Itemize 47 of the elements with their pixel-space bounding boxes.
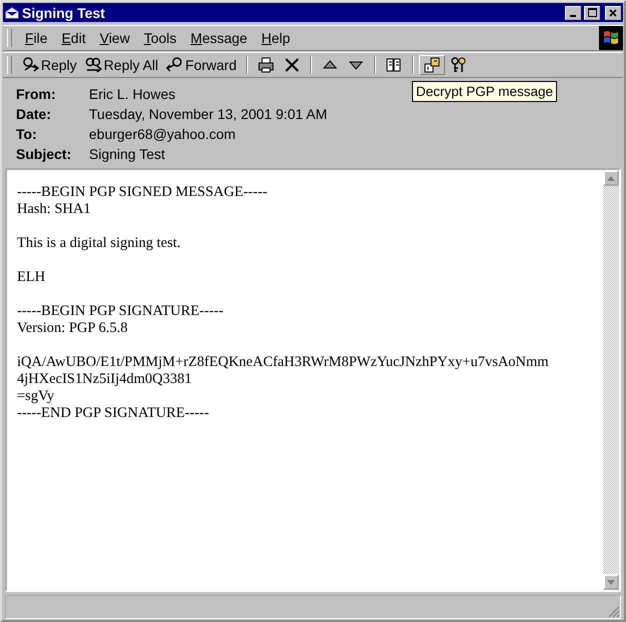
message-line: Hash: SHA1 <box>17 201 92 218</box>
field-label: Date: <box>16 106 52 122</box>
field-value: Signing Test <box>89 146 166 162</box>
message-line: Version: PGP 6.5.8 <box>17 320 129 337</box>
scroll-up-button[interactable] <box>603 170 619 186</box>
field-value: Tuesday, November 13, 2001 9:01 AM <box>89 106 328 122</box>
scroll-down-button[interactable] <box>603 574 619 590</box>
minimize-icon <box>570 14 576 16</box>
message-line: -----BEGIN PGP SIGNATURE----- <box>17 303 224 320</box>
scrollbar[interactable] <box>603 170 619 590</box>
close-icon <box>282 56 301 74</box>
decrypt-button[interactable] <box>418 55 445 75</box>
window-title: Signing Test <box>22 4 106 20</box>
message-line: -----BEGIN PGP SIGNED MESSAGE----- <box>17 184 268 201</box>
close-icon <box>609 8 617 16</box>
envelope-icon <box>5 6 19 18</box>
message-line: -----END PGP SIGNATURE----- <box>17 405 210 422</box>
field-value: Eric L. Howes <box>89 86 176 102</box>
message-line: ELH <box>17 269 46 286</box>
field-label: To: <box>16 126 38 142</box>
up-arrow-icon <box>607 176 615 180</box>
menu-item[interactable]: File <box>18 28 55 48</box>
printer-icon <box>256 56 275 74</box>
field-label: From: <box>16 86 57 102</box>
field-value: eburger68@yahoo.com <box>89 126 236 142</box>
maximize-button[interactable] <box>584 6 600 20</box>
forward-icon <box>166 56 184 74</box>
menu-item[interactable]: View <box>92 28 137 48</box>
minimize-button[interactable] <box>565 6 581 20</box>
field-label: Subject: <box>16 146 72 162</box>
menu-item[interactable]: Tools <box>136 28 184 48</box>
reply-icon <box>22 56 40 74</box>
resize-grip-icon[interactable] <box>608 606 620 618</box>
menu-item[interactable]: Message <box>184 28 254 48</box>
menu-item[interactable]: Help <box>254 28 298 48</box>
book-icon <box>384 56 403 74</box>
message-line: This is a digital signing test. <box>17 235 182 252</box>
message-line: 4jHXecIS1Nz5iIj4dm0Q3381 <box>17 371 193 388</box>
message-line: iQA/AwUBO/E1t/PMMjM+rZ8fEQKneACfaH3RWrM8PWzYucJNzhPYxy+u7vsAoNmm <box>17 354 550 371</box>
key-icon <box>448 56 467 74</box>
message-line: =sgVy <box>17 388 56 405</box>
close-button[interactable] <box>605 6 621 20</box>
menu-item[interactable]: Edit <box>54 28 93 48</box>
down-arrow-icon <box>607 580 615 584</box>
maximize-icon <box>588 8 596 17</box>
reply-all-icon <box>84 56 103 74</box>
tooltip: Decrypt PGP message <box>412 81 558 102</box>
